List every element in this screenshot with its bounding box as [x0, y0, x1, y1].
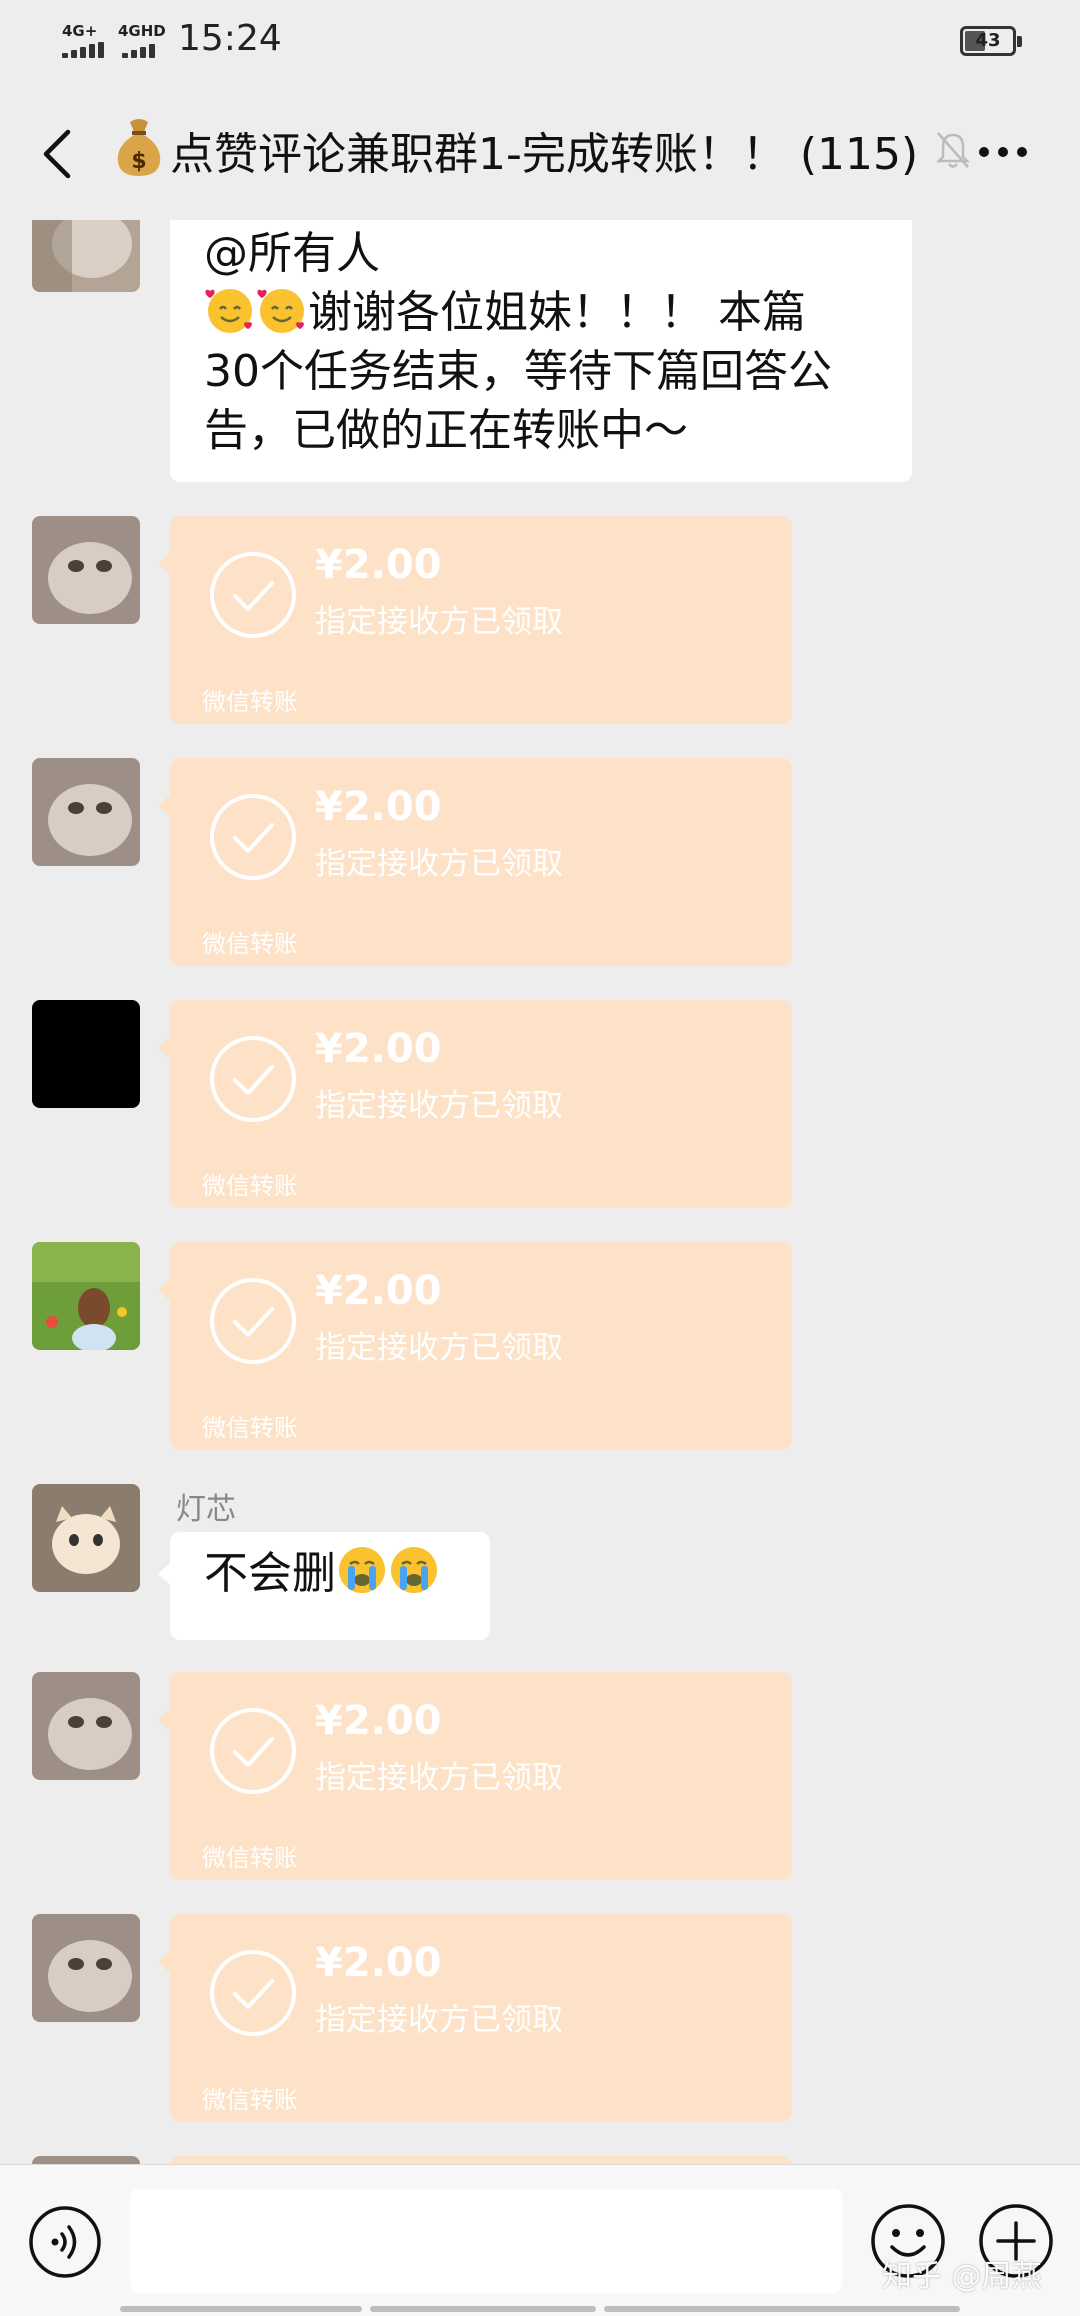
- avatar[interactable]: [32, 1000, 140, 1108]
- check-circle-icon: [210, 1708, 296, 1794]
- transfer-status: 指定接收方已领取: [315, 1760, 563, 1796]
- signal-bars-icon: [62, 42, 112, 58]
- battery-level: 43: [975, 30, 1001, 51]
- transfer-amount: ¥2.00: [315, 1268, 442, 1314]
- transfer-card[interactable]: ¥2.00 指定接收方已领取 微信转账: [158, 758, 792, 966]
- gesture-navigation-bar: [120, 2306, 960, 2312]
- transfer-card[interactable]: ¥2.00 指定接收方已领取 微信转账: [158, 1672, 792, 1880]
- message-line: 告，已做的正在转账中～: [204, 405, 688, 456]
- message-text: 不会删: [204, 1548, 336, 1599]
- voice-input-icon[interactable]: [28, 2205, 102, 2279]
- message-text: 谢谢各位姐妹！！！ 本篇: [308, 287, 806, 338]
- transfer-card[interactable]: [170, 2156, 792, 2164]
- avatar[interactable]: [32, 1914, 140, 2022]
- check-circle-icon: [210, 1950, 296, 2036]
- smiling-face-with-hearts-icon: [205, 289, 252, 333]
- money-bag-icon: $: [117, 119, 161, 176]
- check-circle-icon: [210, 1278, 296, 1364]
- transfer-card[interactable]: ¥2.00 指定接收方已领取 微信转账: [158, 1914, 792, 2122]
- mute-bell-icon: [935, 132, 971, 168]
- battery-icon: 43: [960, 26, 1022, 56]
- smiling-face-with-hearts-icon: [257, 289, 304, 333]
- chat-header: $ 点赞评论兼职群1-完成转账！！ (115): [0, 80, 1080, 220]
- avatar[interactable]: [32, 1672, 140, 1780]
- chat-message-list[interactable]: @所有人 谢谢各位姐妹！！！ 本篇 30个任务结束，等待下篇回答公 告，已做的正…: [0, 220, 1080, 2164]
- status-bar: 4G+ 4GHD 15:24 43: [0, 0, 1080, 80]
- sender-name: 灯芯: [176, 1492, 236, 1527]
- transfer-label: 微信转账: [202, 1414, 298, 1442]
- avatar[interactable]: [32, 758, 140, 866]
- transfer-status: 指定接收方已领取: [315, 604, 563, 640]
- transfer-status: 指定接收方已领取: [315, 1088, 563, 1124]
- chat-input-bar: 知乎 @周燕: [0, 2164, 1080, 2316]
- avatar[interactable]: [32, 220, 140, 292]
- announcement-bubble[interactable]: @所有人 谢谢各位姐妹！！！ 本篇 30个任务结束，等待下篇回答公 告，已做的正…: [170, 220, 912, 482]
- transfer-label: 微信转账: [202, 1172, 298, 1200]
- transfer-amount: ¥2.00: [315, 784, 442, 830]
- svg-text:$: $: [131, 149, 146, 174]
- message-bubble[interactable]: 不会删: [158, 1532, 490, 1640]
- message-line: @所有人: [204, 228, 380, 279]
- transfer-card[interactable]: ¥2.00 指定接收方已领取 微信转账: [158, 516, 792, 724]
- transfer-status: 指定接收方已领取: [315, 846, 563, 882]
- network-type-label: 4GHD: [118, 22, 166, 40]
- transfer-amount: ¥2.00: [315, 542, 442, 588]
- network-type-label: 4G+: [62, 22, 98, 40]
- check-circle-icon: [210, 794, 296, 880]
- transfer-label: 微信转账: [202, 1844, 298, 1872]
- crying-face-icon: [339, 1547, 385, 1593]
- more-options-icon[interactable]: [978, 146, 1028, 158]
- chat-title: 点赞评论兼职群1-完成转账！！ (115): [170, 129, 919, 180]
- avatar[interactable]: [32, 1242, 140, 1350]
- clock: 15:24: [178, 18, 282, 59]
- transfer-amount: ¥2.00: [315, 1698, 442, 1744]
- transfer-label: 微信转账: [202, 2086, 298, 2114]
- transfer-label: 微信转账: [202, 688, 298, 716]
- transfer-status: 指定接收方已领取: [315, 2002, 563, 2038]
- signal-bars-icon: [118, 42, 168, 58]
- transfer-status: 指定接收方已领取: [315, 1330, 563, 1366]
- check-circle-icon: [210, 1036, 296, 1122]
- avatar[interactable]: [32, 2156, 140, 2164]
- transfer-amount: ¥2.00: [315, 1940, 442, 1986]
- check-circle-icon: [210, 552, 296, 638]
- transfer-card[interactable]: ¥2.00 指定接收方已领取 微信转账: [158, 1000, 792, 1208]
- watermark: 知乎 @周燕: [882, 2259, 1042, 2294]
- avatar[interactable]: [32, 516, 140, 624]
- message-line: 谢谢各位姐妹！！！ 本篇: [204, 283, 878, 342]
- transfer-amount: ¥2.00: [315, 1026, 442, 1072]
- crying-face-icon: [391, 1547, 437, 1593]
- transfer-label: 微信转账: [202, 930, 298, 958]
- transfer-card[interactable]: ¥2.00 指定接收方已领取 微信转账: [158, 1242, 792, 1450]
- avatar[interactable]: [32, 1484, 140, 1592]
- message-input[interactable]: [130, 2189, 842, 2293]
- message-line: 30个任务结束，等待下篇回答公: [204, 346, 832, 397]
- back-arrow-icon[interactable]: [38, 128, 78, 180]
